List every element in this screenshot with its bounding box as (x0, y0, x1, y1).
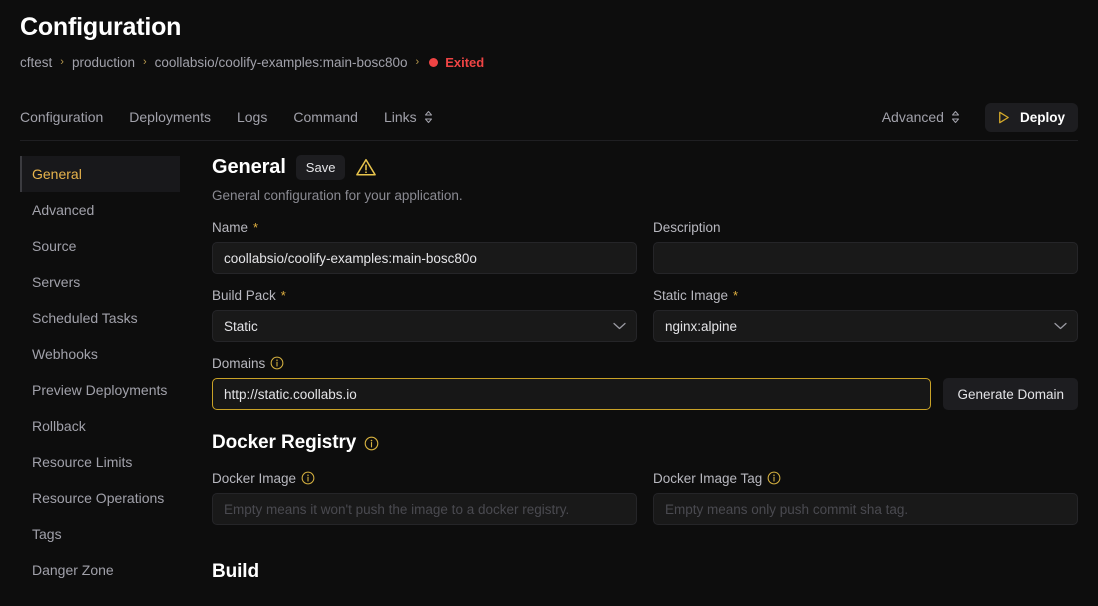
tab-configuration[interactable]: Configuration (20, 109, 103, 125)
domains-field-group: Domains Generate Domain (212, 354, 1078, 410)
sidebar-item-scheduled-tasks[interactable]: Scheduled Tasks (20, 300, 180, 336)
domains-input[interactable] (212, 378, 932, 410)
advanced-dropdown-label: Advanced (881, 109, 944, 125)
tab-bar: Configuration Deployments Logs Command L… (0, 97, 1098, 141)
required-asterisk: * (733, 287, 739, 303)
tab-links-label: Links (383, 109, 417, 125)
build-heading: Build (212, 561, 259, 582)
tab-bar-divider (20, 140, 1078, 141)
build-pack-field-group: Build Pack * (212, 286, 637, 342)
configuration-page: Configuration cftest › production › cool… (0, 0, 1098, 606)
domains-input-row: Generate Domain (212, 378, 1078, 410)
status-label: Exited (445, 54, 485, 70)
breadcrumb-separator: › (142, 55, 147, 68)
required-asterisk: * (280, 287, 286, 303)
static-image-label: Static Image (653, 287, 729, 303)
description-label-row: Description (653, 218, 1078, 236)
breadcrumb: cftest › production › coollabsio/coolify… (20, 53, 1078, 71)
status-badge: Exited (429, 55, 484, 70)
info-circle-icon[interactable] (767, 471, 781, 485)
info-circle-icon[interactable] (301, 471, 315, 485)
general-section-header: General Save (212, 153, 1078, 181)
sidebar-item-tags[interactable]: Tags (20, 516, 180, 552)
page-body: General Advanced Source Servers Schedule… (0, 137, 1098, 588)
save-button[interactable]: Save (295, 154, 346, 180)
page-header: Configuration cftest › production › cool… (0, 0, 1098, 71)
deploy-button-label: Deploy (1019, 109, 1065, 125)
name-label-row: Name * (212, 218, 637, 236)
sidebar-item-source[interactable]: Source (20, 228, 180, 264)
docker-image-field-group: Docker Image (212, 469, 637, 525)
sidebar-item-advanced[interactable]: Advanced (20, 192, 180, 228)
static-image-select[interactable] (653, 310, 1078, 342)
build-pack-label: Build Pack (212, 287, 276, 303)
advanced-dropdown[interactable]: Advanced (882, 109, 960, 125)
docker-registry-header: Docker Registry (212, 432, 1078, 454)
general-heading: General (212, 155, 286, 178)
tab-list: Configuration Deployments Logs Command L… (20, 109, 433, 125)
docker-registry-fields-grid: Docker Image Docker Image Tag (212, 469, 1078, 537)
domains-label: Domains (212, 355, 266, 371)
breadcrumb-item-project[interactable]: cftest (20, 55, 52, 70)
description-label: Description (653, 219, 721, 235)
name-field-group: Name * (212, 218, 637, 274)
description-field-group: Description (653, 218, 1078, 274)
name-label: Name (212, 219, 249, 235)
deploy-button[interactable]: Deploy (984, 102, 1078, 132)
sidebar-item-resource-operations[interactable]: Resource Operations (20, 480, 180, 516)
static-image-field-group: Static Image * (653, 286, 1078, 342)
sidebar-item-danger-zone[interactable]: Danger Zone (20, 552, 180, 588)
play-icon (996, 110, 1011, 125)
tab-command[interactable]: Command (293, 109, 358, 125)
build-pack-label-row: Build Pack * (212, 286, 637, 304)
tab-logs[interactable]: Logs (237, 109, 267, 125)
docker-image-tag-input[interactable] (653, 493, 1078, 525)
docker-image-tag-label-row: Docker Image Tag (653, 469, 1078, 487)
info-circle-icon[interactable] (270, 356, 284, 370)
breadcrumb-item-resource[interactable]: coollabsio/coolify-examples:main-bosc80o (155, 55, 408, 70)
sidebar-item-preview-deployments[interactable]: Preview Deployments (20, 372, 180, 408)
docker-image-label: Docker Image (212, 470, 297, 486)
breadcrumb-separator: › (415, 55, 420, 68)
general-fields-grid: Name * Description Build Pack (212, 218, 1078, 354)
page-title: Configuration (20, 13, 182, 41)
static-image-label-row: Static Image * (653, 286, 1078, 304)
build-pack-select[interactable] (212, 310, 637, 342)
sidebar-item-servers[interactable]: Servers (20, 264, 180, 300)
tab-deployments[interactable]: Deployments (129, 109, 211, 125)
docker-image-label-row: Docker Image (212, 469, 637, 487)
sidebar-item-resource-limits[interactable]: Resource Limits (20, 444, 180, 480)
breadcrumb-item-environment[interactable]: production (72, 55, 135, 70)
docker-image-tag-field-group: Docker Image Tag (653, 469, 1078, 525)
domains-label-row: Domains (212, 354, 1078, 372)
static-image-select-wrapper (653, 310, 1078, 342)
settings-sidebar: General Advanced Source Servers Schedule… (20, 153, 180, 588)
settings-content: General Save General configuration for y… (212, 153, 1078, 588)
sidebar-item-rollback[interactable]: Rollback (20, 408, 180, 444)
chevron-updown-icon (951, 110, 960, 124)
docker-image-input[interactable] (212, 493, 637, 525)
breadcrumb-separator: › (60, 55, 64, 68)
generate-domain-button[interactable]: Generate Domain (943, 378, 1078, 410)
name-input[interactable] (212, 242, 637, 274)
sidebar-item-webhooks[interactable]: Webhooks (20, 336, 180, 372)
build-pack-select-wrapper (212, 310, 637, 342)
docker-registry-heading: Docker Registry (212, 432, 357, 453)
build-header: Build (212, 561, 1078, 583)
required-asterisk: * (253, 219, 259, 235)
chevron-updown-icon (424, 110, 433, 124)
docker-image-tag-label: Docker Image Tag (653, 470, 763, 486)
sidebar-item-general[interactable]: General (20, 156, 180, 192)
tab-links[interactable]: Links (384, 109, 433, 125)
general-description: General configuration for your applicati… (212, 188, 463, 203)
status-dot-icon (429, 57, 439, 67)
description-input[interactable] (653, 242, 1078, 274)
warning-triangle-icon[interactable] (355, 157, 377, 177)
info-circle-icon[interactable] (364, 436, 379, 451)
